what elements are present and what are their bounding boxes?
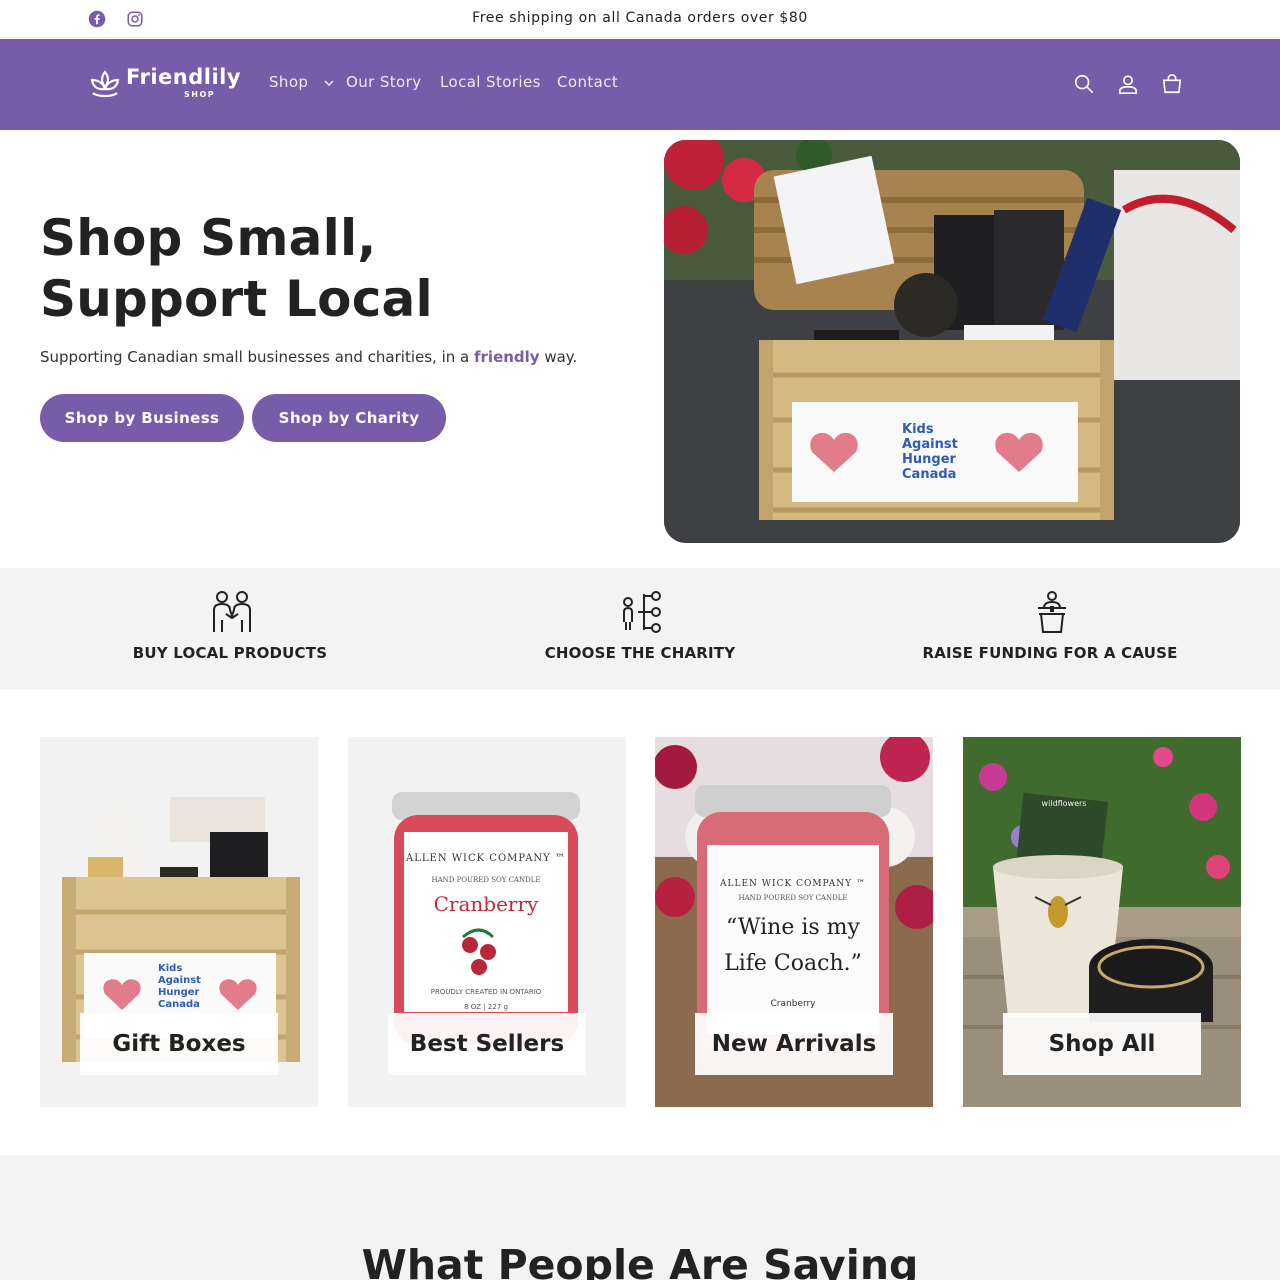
collection-card-new-arrivals[interactable]: ALLEN WICK COMPANY ™ HAND POURED SOY CAN… (655, 737, 933, 1107)
logo-subtext: SHOP (184, 90, 216, 99)
logo[interactable]: Friendlily SHOP (88, 65, 242, 105)
account-icon[interactable] (1113, 69, 1143, 99)
feature-label: BUY LOCAL PRODUCTS (132, 644, 328, 662)
candle-scent-name: Cranberry (770, 999, 816, 1009)
nav-shop[interactable]: Shop (269, 73, 334, 91)
search-icon[interactable] (1069, 69, 1099, 99)
testimonials-section: What People Are Saying (0, 1155, 1280, 1280)
candle-brand-text: ALLEN WICK COMPANY ™ (406, 853, 566, 864)
collection-card-shop-all[interactable]: wildflowers Shop All (963, 737, 1241, 1107)
donation-box-icon (1038, 591, 1066, 633)
lily-flower-icon (90, 70, 120, 98)
collection-card-gift-boxes[interactable]: Kids Against Hunger Canada Gift Boxes (40, 737, 318, 1107)
nav-our-story[interactable]: Our Story (346, 73, 421, 91)
candle-type-text: HAND POURED SOY CANDLE (431, 876, 541, 884)
logo-wordmark: Friendlily (126, 65, 242, 89)
nav-contact[interactable]: Contact (557, 73, 618, 91)
collection-label: Best Sellers (388, 1013, 586, 1075)
candle-quote-line-2: Life Coach.” (724, 951, 862, 976)
collection-label: Shop All (1003, 1013, 1201, 1075)
candle-quote-line-1: “Wine is my (726, 915, 860, 940)
cart-icon[interactable] (1157, 69, 1187, 99)
hero-subtitle-post: way. (539, 348, 578, 366)
feature-raise-funding: RAISE FUNDING FOR A CAUSE (870, 568, 1230, 689)
hero-image-banner-text: Kids Against Hunger Canada (902, 422, 958, 482)
candle-type-text: HAND POURED SOY CANDLE (738, 894, 848, 902)
collection-label: Gift Boxes (80, 1013, 278, 1075)
handshake-people-icon (213, 591, 251, 632)
hero-image: Kids Against Hunger Canada (664, 140, 1240, 543)
candle-weight-text: 8 OZ | 227 g (464, 1003, 508, 1011)
seed-packet-text: wildflowers (1041, 799, 1087, 808)
hero-subtitle-highlight: friendly (474, 348, 540, 366)
announcement-message: Free shipping on all Canada orders over … (472, 10, 808, 26)
feature-label: CHOOSE THE CHARITY (544, 644, 736, 662)
announcement-bar: Free shipping on all Canada orders over … (0, 0, 1280, 38)
shop-by-charity-button[interactable]: Shop by Charity (252, 394, 446, 442)
nav-shop-label: Shop (269, 73, 309, 91)
gift-box-tag-text: Kids Against Hunger Canada (158, 963, 201, 1010)
shop-by-business-button[interactable]: Shop by Business (40, 394, 244, 442)
feature-label: RAISE FUNDING FOR A CAUSE (922, 644, 1178, 662)
feature-buy-local: BUY LOCAL PRODUCTS (50, 568, 410, 689)
candle-scent-name: Cranberry (433, 892, 539, 916)
candle-footer-text: PROUDLY CREATED IN ONTARIO (430, 988, 542, 996)
hero-title: Shop Small, Support Local (40, 209, 433, 328)
hero-subtitle: Supporting Canadian small businesses and… (40, 348, 577, 366)
candle-brand-text: ALLEN WICK COMPANY ™ (720, 879, 866, 889)
chevron-down-icon (323, 79, 334, 86)
collection-card-best-sellers[interactable]: ALLEN WICK COMPANY ™ HAND POURED SOY CAN… (348, 737, 626, 1107)
testimonials-heading: What People Are Saying (361, 1241, 919, 1280)
features-band: BUY LOCAL PRODUCTS CHOOSE THE CHARITY RA… (0, 568, 1280, 689)
collection-label: New Arrivals (695, 1013, 893, 1075)
feature-choose-charity: CHOOSE THE CHARITY (460, 568, 820, 689)
hero-subtitle-pre: Supporting Canadian small businesses and… (40, 348, 474, 366)
site-header: Friendlily SHOP Shop Our Story Local Sto… (0, 39, 1280, 130)
choice-tree-icon (623, 591, 661, 633)
nav-local-stories[interactable]: Local Stories (440, 73, 541, 91)
